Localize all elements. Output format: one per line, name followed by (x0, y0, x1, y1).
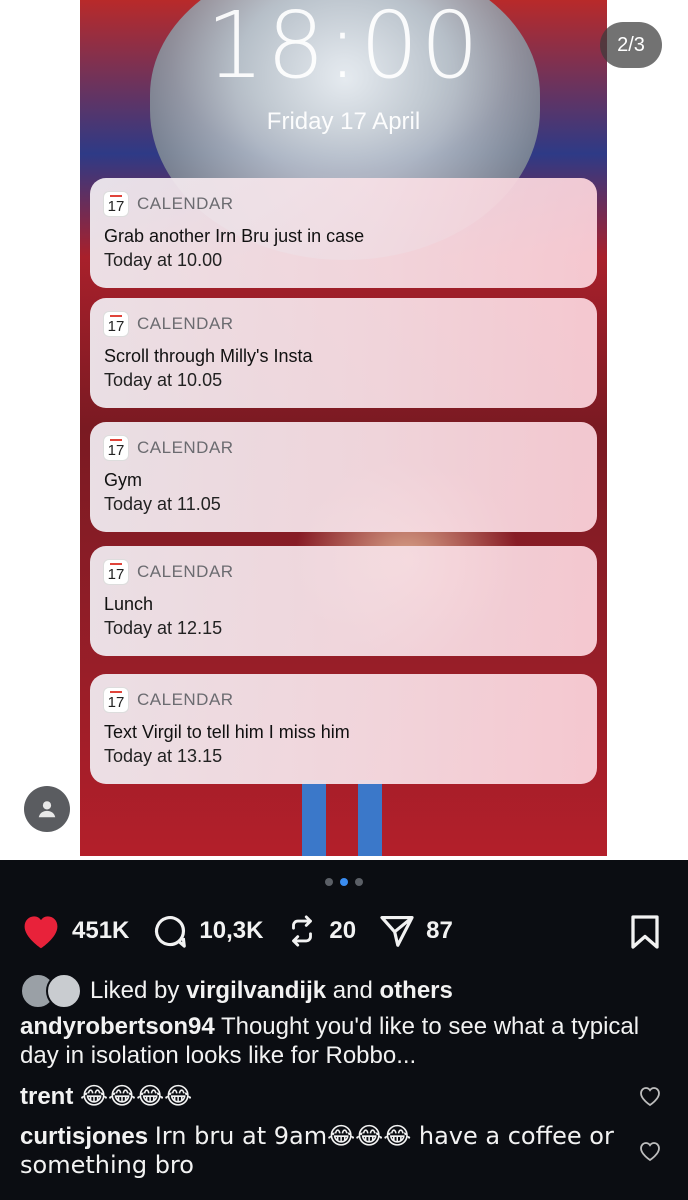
liked-by-prefix: Liked by (90, 977, 180, 1004)
notification-app-name: CALENDAR (137, 438, 234, 457)
notification-time: Today at 10.00 (104, 250, 223, 270)
heart-icon (24, 916, 58, 949)
calendar-icon: 17 (104, 560, 128, 584)
carousel-dot-active[interactable] (340, 878, 348, 886)
notification-card: 17 CALENDAR Gym Today at 11.05 (90, 422, 597, 532)
notification-app-name: CALENDAR (137, 562, 234, 581)
action-bar: 451K 10,3K 20 87 (20, 908, 670, 954)
comment-bubble-icon (155, 916, 187, 948)
caption-username[interactable]: andyrobertson94 (20, 1013, 215, 1040)
notification-app-name: CALENDAR (137, 314, 234, 333)
comment-text: 😂😂😂😂 (80, 1082, 193, 1110)
liked-by-user[interactable]: virgilvandijk (186, 977, 326, 1004)
post-caption: andyrobertson94 Thought you'd like to se… (20, 1012, 650, 1070)
notification-card: 17 CALENDAR Scroll through Milly's Insta… (90, 298, 597, 408)
comment-like-button[interactable] (638, 1140, 662, 1167)
share-count: 87 (426, 917, 453, 944)
comment-button[interactable]: 10,3K (151, 912, 263, 950)
notification-card: 17 CALENDAR Grab another Irn Bru just in… (90, 178, 597, 288)
notification-app-name: CALENDAR (137, 690, 234, 709)
comment-username[interactable]: curtisjones (20, 1123, 148, 1150)
notification-app-name: CALENDAR (137, 194, 234, 213)
comment-like-button[interactable] (638, 1085, 662, 1112)
like-count: 451K (72, 917, 130, 944)
liked-by-text: Liked by virgilvandijk and others (90, 977, 453, 1005)
medal-lanyard (302, 780, 382, 856)
notification-title: Lunch (104, 594, 154, 614)
notification-time: Today at 13.15 (104, 746, 223, 766)
lockscreen-date: Friday 17 April (266, 108, 421, 135)
repost-count: 20 (329, 917, 357, 944)
post-media[interactable]: 18:00 Friday 17 April 17 CALENDAR Grab a… (0, 0, 688, 860)
person-icon (38, 801, 56, 818)
notification-time: Today at 10.05 (104, 370, 223, 390)
tagged-people-button[interactable] (24, 786, 70, 832)
repost-button[interactable]: 20 (285, 912, 356, 950)
liked-by-others[interactable]: others (380, 977, 453, 1004)
comment-username[interactable]: trent (20, 1083, 73, 1110)
notification-card: 17 CALENDAR Lunch Today at 12.15 (90, 546, 597, 656)
notification-title: Scroll through Milly's Insta (104, 346, 313, 366)
carousel-dot[interactable] (325, 878, 333, 886)
calendar-icon: 17 (104, 192, 128, 216)
bookmark-icon (631, 915, 659, 949)
lockscreen-clock: 18:00 (205, 0, 482, 99)
carousel-counter: 2/3 (600, 22, 662, 68)
calendar-icon: 17 (104, 312, 128, 336)
notification-title: Grab another Irn Bru just in case (104, 226, 365, 246)
lockscreen-screenshot: 18:00 Friday 17 April 17 CALENDAR Grab a… (80, 0, 607, 856)
notification-time: Today at 12.15 (104, 618, 223, 638)
repost-icon (292, 915, 313, 947)
carousel-dot[interactable] (355, 878, 363, 886)
save-button[interactable] (628, 914, 662, 955)
comment-item: trent 😂😂😂😂 (20, 1082, 620, 1111)
heart-outline-icon (640, 1087, 660, 1107)
heart-outline-icon (640, 1142, 660, 1162)
like-button[interactable]: 451K (20, 912, 129, 950)
calendar-icon: 17 (104, 688, 128, 712)
liked-by-row[interactable]: Liked by virgilvandijk and others (20, 973, 660, 1009)
carousel-dots (0, 878, 688, 886)
avatar (46, 973, 82, 1009)
notification-card: 17 CALENDAR Text Virgil to tell him I mi… (90, 674, 597, 784)
notification-title: Gym (104, 470, 142, 490)
notification-title: Text Virgil to tell him I miss him (104, 722, 350, 742)
comment-count: 10,3K (199, 917, 264, 944)
comment-item: curtisjones Irn bru at 9am😂😂😂 have a cof… (20, 1122, 620, 1180)
calendar-icon: 17 (104, 436, 128, 460)
send-icon (380, 915, 414, 947)
share-button[interactable]: 87 (378, 912, 453, 950)
liked-by-conj: and (332, 977, 373, 1004)
notification-time: Today at 11.05 (104, 494, 221, 514)
